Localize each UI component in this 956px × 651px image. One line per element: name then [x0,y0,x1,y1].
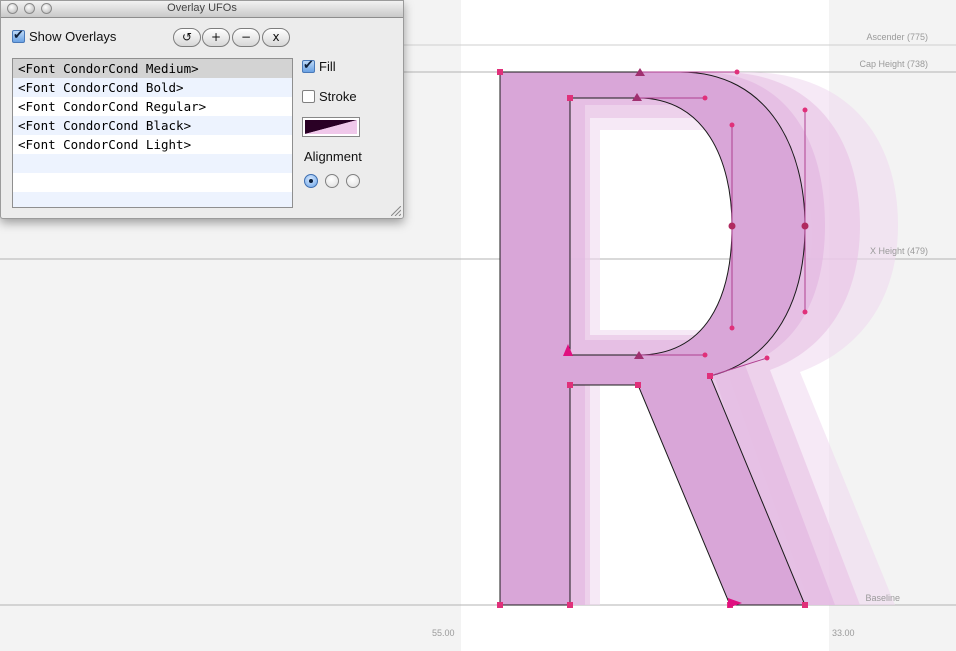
left-sidebearing: 55.00 [432,628,455,638]
alignment-right-radio[interactable] [346,174,360,188]
show-overlays-label: Show Overlays [29,29,117,44]
color-swatch-icon [305,120,357,134]
stroke-label: Stroke [319,89,357,104]
overlay-ufos-panel: Overlay UFOs Show Overlays ↺ + − x <Font… [0,0,404,219]
font-list[interactable]: <Font CondorCond Medium> <Font CondorCond… [12,58,293,208]
checkbox-icon[interactable] [302,57,315,73]
font-list-empty-row [13,173,292,192]
font-list-item[interactable]: <Font CondorCond Bold> [13,78,292,97]
point-offcurve [702,95,708,101]
checkbox-icon[interactable] [12,27,25,43]
point-curve [801,222,809,230]
point-corner [497,69,503,75]
font-list-item[interactable]: <Font CondorCond Light> [13,135,292,154]
font-list-item[interactable]: <Font CondorCond Regular> [13,97,292,116]
remove-button[interactable]: − [232,28,260,47]
panel-titlebar[interactable]: Overlay UFOs [1,1,403,18]
baseline-label: Baseline [865,593,900,603]
point-corner [707,373,713,379]
window-title: Overlay UFOs [167,2,237,14]
fill-label: Fill [319,59,336,74]
point-offcurve [802,107,808,113]
right-sidebearing: 33.00 [832,628,855,638]
resize-grip-icon[interactable] [391,206,401,216]
point-corner [635,382,641,388]
font-list-empty-row [13,154,292,173]
point-corner [567,95,573,101]
close-overlay-button[interactable]: x [262,28,290,47]
ascender-label: Ascender (775) [866,32,928,42]
cap-height-label: Cap Height (738) [859,59,928,69]
point-corner [567,382,573,388]
font-list-item[interactable]: <Font CondorCond Black> [13,116,292,135]
point-offcurve [764,355,770,361]
point-corner [802,602,808,608]
font-list-item[interactable]: <Font CondorCond Medium> [13,59,292,78]
point-offcurve [729,122,735,128]
add-button[interactable]: + [202,28,230,47]
point-corner [497,602,503,608]
stroke-checkbox[interactable]: Stroke [302,89,357,104]
show-overlays-checkbox[interactable]: Show Overlays [12,27,117,44]
alignment-left-radio[interactable] [304,174,318,188]
fill-color-well[interactable] [302,117,360,137]
point-offcurve [702,352,708,358]
alignment-label: Alignment [304,149,362,164]
font-list-empty-row [13,192,292,207]
point-offcurve [802,309,808,315]
point-corner [567,602,573,608]
fill-checkbox[interactable]: Fill [302,57,336,74]
x-height-label: X Height (479) [869,246,928,256]
point-offcurve [729,325,735,331]
checkbox-icon[interactable] [302,90,315,103]
refresh-button[interactable]: ↺ [173,28,201,47]
point-offcurve [734,69,740,75]
alignment-center-radio[interactable] [325,174,339,188]
point-curve [728,222,736,230]
